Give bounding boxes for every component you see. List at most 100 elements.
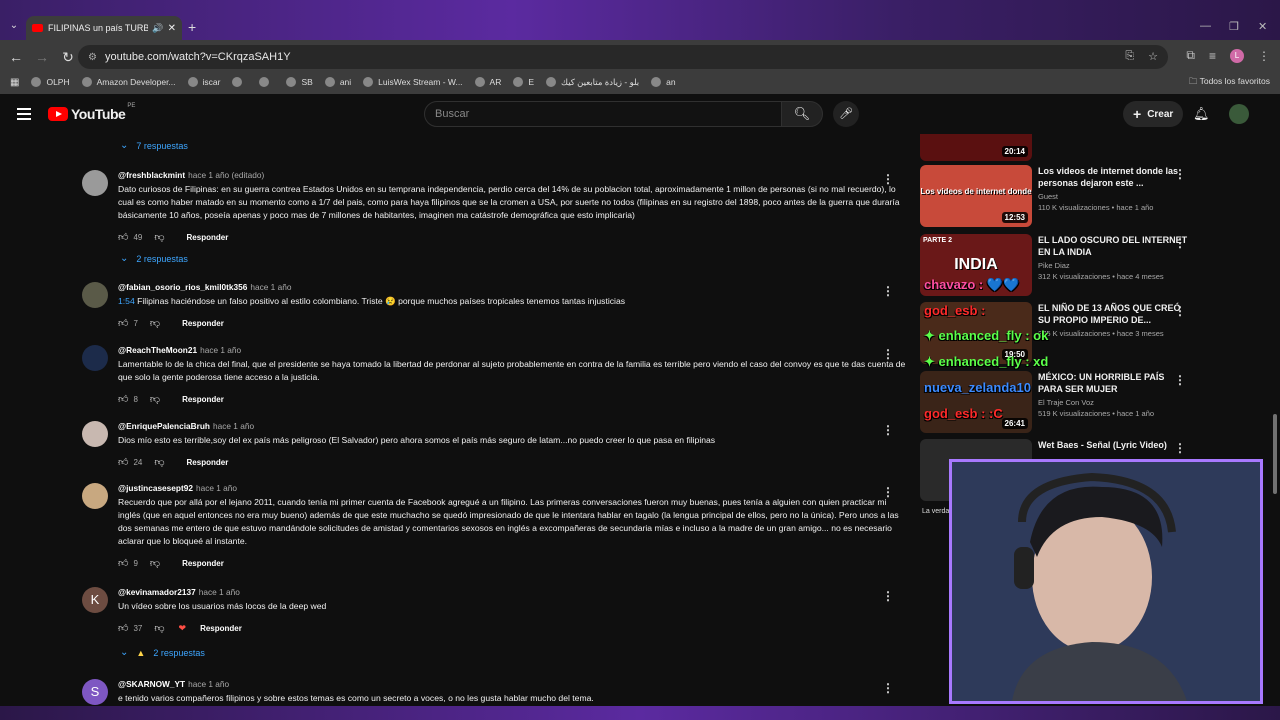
bookmark-item[interactable]: an [651,77,676,87]
reply-button[interactable]: Responder [187,458,229,467]
comment-time[interactable]: hace 1 año (editado) [188,170,264,180]
like-icon[interactable]: 👍︎ [118,456,128,468]
comment-time[interactable]: hace 1 año [196,483,237,493]
tab-close-icon[interactable]: ✕ [168,23,176,34]
maximize-icon[interactable]: ❐ [1229,20,1239,33]
like-icon[interactable]: 👍︎ [118,231,128,243]
like-icon[interactable]: 👍︎ [118,557,128,569]
related-video[interactable]: 20:14473 K visualizaciones • hace 7 mese… [920,134,1246,161]
apps-grid-icon[interactable]: ▦ [10,77,19,88]
bookmark-item[interactable]: LuisWex Stream - W... [363,77,463,87]
video-menu-icon[interactable]: ⋮ [1174,304,1186,318]
video-title[interactable]: Los videos de internet donde las persona… [1038,165,1188,189]
comment-time[interactable]: hace 1 año [199,587,240,597]
comment-author[interactable]: @kevinamador2137 [118,587,196,597]
install-app-icon[interactable]: ⎘ [1125,50,1134,63]
avatar[interactable] [82,282,108,308]
account-avatar[interactable] [1229,104,1249,124]
related-video[interactable]: Los videos de internet donde 12:53 Los vid… [920,165,1246,227]
search-icon[interactable]: 🔍︎ [781,101,823,127]
comment-menu-icon[interactable]: ⋮ [882,172,894,186]
bookmark-item[interactable]: E [513,77,534,87]
audio-playing-icon[interactable]: 🔊 [152,23,163,34]
video-title[interactable]: EL NIÑO DE 13 AÑOS QUE CREÓ SU PROPIO IM… [1038,302,1188,326]
channel-name[interactable]: Guest [1038,192,1188,201]
video-title[interactable]: MÉXICO: UN HORRIBLE PAÍS PARA SER MUJER [1038,371,1188,395]
reply-button[interactable]: Responder [182,319,224,328]
comment-menu-icon[interactable]: ⋮ [882,589,894,603]
reload-icon[interactable]: ↻ [56,49,80,66]
channel-name[interactable]: El Traje Con Voz [1038,398,1188,407]
comment-author[interactable]: @ReachTheMoon21 [118,345,197,355]
comment-author[interactable]: @justincasesept92 [118,483,193,493]
minimize-icon[interactable]: — [1200,20,1211,32]
dislike-icon[interactable]: 👎︎ [154,456,164,468]
comment-menu-icon[interactable]: ⋮ [882,485,894,499]
bookmark-item[interactable]: OLPH [31,77,70,87]
replies-toggle[interactable]: ⌄ 7 respuestas [120,140,188,151]
dislike-icon[interactable]: 👎︎ [154,231,164,243]
replies-toggle[interactable]: ⌄ ▲ 2 respuestas [120,647,205,658]
dislike-icon[interactable]: 👎︎ [154,622,164,634]
comment-author[interactable]: @EnriquePalenciaBruh [118,421,210,431]
video-thumbnail[interactable]: 20:14 [920,134,1032,161]
reply-button[interactable]: Responder [187,233,229,242]
youtube-logo[interactable]: YouTube PE [48,103,135,122]
avatar[interactable] [82,345,108,371]
video-thumbnail[interactable]: Los videos de internet donde 12:53 [920,165,1032,227]
extensions-icon[interactable]: ⧉ [1186,48,1195,63]
video-menu-icon[interactable]: ⋮ [1174,373,1186,387]
bookmark-item[interactable]: بلو - زيادة متابعين كيك [546,77,639,88]
comment-menu-icon[interactable]: ⋮ [882,347,894,361]
reply-button[interactable]: Responder [200,624,242,633]
video-title[interactable]: EL LADO OSCURO DEL INTERNET EN LA INDIA [1038,234,1188,258]
avatar[interactable] [82,170,108,196]
reply-button[interactable]: Responder [182,395,224,404]
bookmark-item[interactable]: AR [474,77,501,87]
site-info-icon[interactable]: ⚙ [88,52,97,63]
comment-menu-icon[interactable]: ⋮ [882,681,894,695]
address-bar[interactable]: ⚙ youtube.com/watch?v=CKrqzaSAH1Y ⎘ ☆ [78,45,1168,69]
avatar[interactable]: K [82,587,108,613]
dislike-icon[interactable]: 👎︎ [150,393,160,405]
comment-menu-icon[interactable]: ⋮ [882,423,894,437]
bookmark-item[interactable]: iscar [187,77,220,87]
all-bookmarks[interactable]: 🗀 Todos los favoritos [1189,76,1270,90]
bookmark-item[interactable]: SB [286,77,313,87]
scrollbar-thumb[interactable] [1273,414,1277,494]
comment-author[interactable]: @freshblackmint [118,170,185,180]
avatar[interactable] [82,421,108,447]
forward-icon[interactable]: → [30,49,54,65]
comment-author[interactable]: @fabian_osorio_rios_kmil0tk356 [118,282,247,292]
new-tab-icon[interactable]: + [188,19,196,35]
comment-author[interactable]: @SKARNOW_YT [118,679,185,689]
video-menu-icon[interactable]: ⋮ [1174,236,1186,250]
search-input[interactable]: Buscar [424,101,782,127]
video-timestamp-link[interactable]: 1:54 [118,296,135,306]
menu-icon[interactable] [17,108,31,123]
video-title[interactable]: Wet Baes - Señal (Lyric Video) [1038,439,1188,451]
comment-time[interactable]: hace 1 año [188,679,229,689]
create-button[interactable]: + Crear [1123,101,1184,127]
dislike-icon[interactable]: 👎︎ [150,317,160,329]
bookmark-item[interactable]: Amazon Developer... [81,77,176,87]
bookmark-item[interactable] [232,77,247,87]
reply-button[interactable]: Responder [182,559,224,568]
page-scrollbar[interactable] [1270,100,1280,706]
media-controls-icon[interactable]: ≡ [1209,49,1216,63]
video-menu-icon[interactable]: ⋮ [1174,441,1186,455]
bookmark-item[interactable]: ani [324,77,351,87]
microphone-icon[interactable]: 🎤︎ [833,101,859,127]
browser-menu-icon[interactable]: ⋮ [1258,49,1270,63]
replies-toggle[interactable]: ⌄ 2 respuestas [120,253,188,264]
dislike-icon[interactable]: 👎︎ [150,557,160,569]
channel-name[interactable]: Pike Diaz [1038,261,1188,270]
tab-search-icon[interactable]: ⌄ [6,18,22,34]
profile-avatar[interactable]: L [1230,48,1244,63]
comment-time[interactable]: hace 1 año [213,421,254,431]
back-icon[interactable]: ← [4,49,28,65]
comment-time[interactable]: hace 1 año [200,345,241,355]
like-icon[interactable]: 👍︎ [118,317,128,329]
avatar[interactable]: S [82,679,108,705]
video-menu-icon[interactable]: ⋮ [1174,167,1186,181]
